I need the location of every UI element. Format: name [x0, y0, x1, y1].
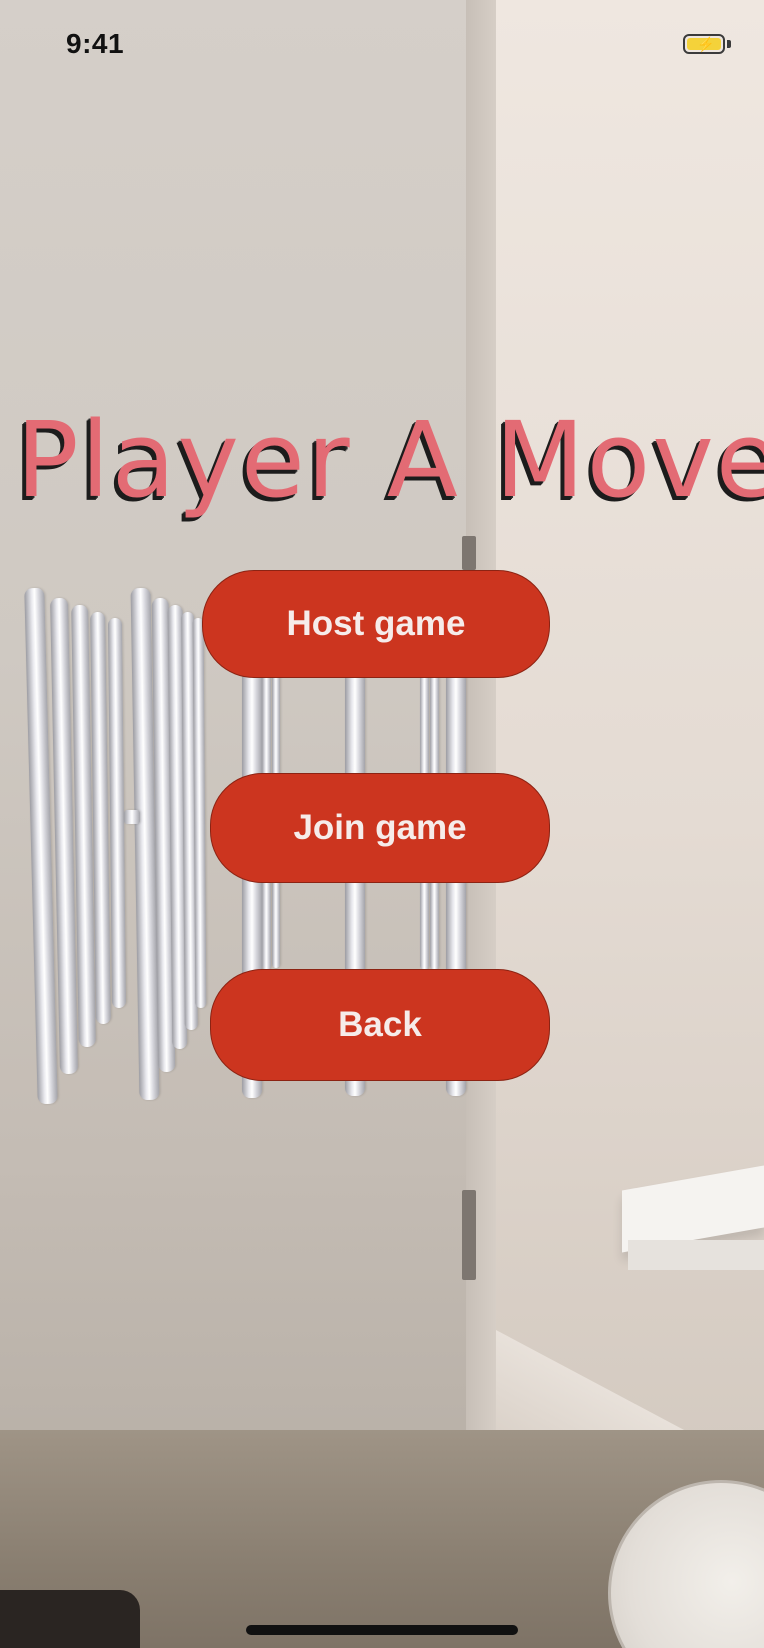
- rod-rail: [124, 810, 140, 824]
- charging-bolt-icon: ⚡: [697, 36, 715, 52]
- join-game-button[interactable]: Join game: [210, 773, 550, 883]
- battery-charging-icon: ⚡: [683, 34, 725, 54]
- battery-tip: [727, 40, 731, 48]
- home-indicator[interactable]: [246, 1625, 518, 1635]
- host-game-button[interactable]: Host game: [202, 570, 550, 678]
- status-bar: 9:41 ⚡: [0, 0, 764, 90]
- ar-game-screen: 9:41 ⚡ Player A Move Host game Join game…: [0, 0, 764, 1648]
- turn-title: Player A Move: [16, 399, 764, 521]
- back-button[interactable]: Back: [210, 969, 550, 1081]
- status-time: 9:41: [66, 28, 125, 59]
- rod: [192, 617, 207, 1009]
